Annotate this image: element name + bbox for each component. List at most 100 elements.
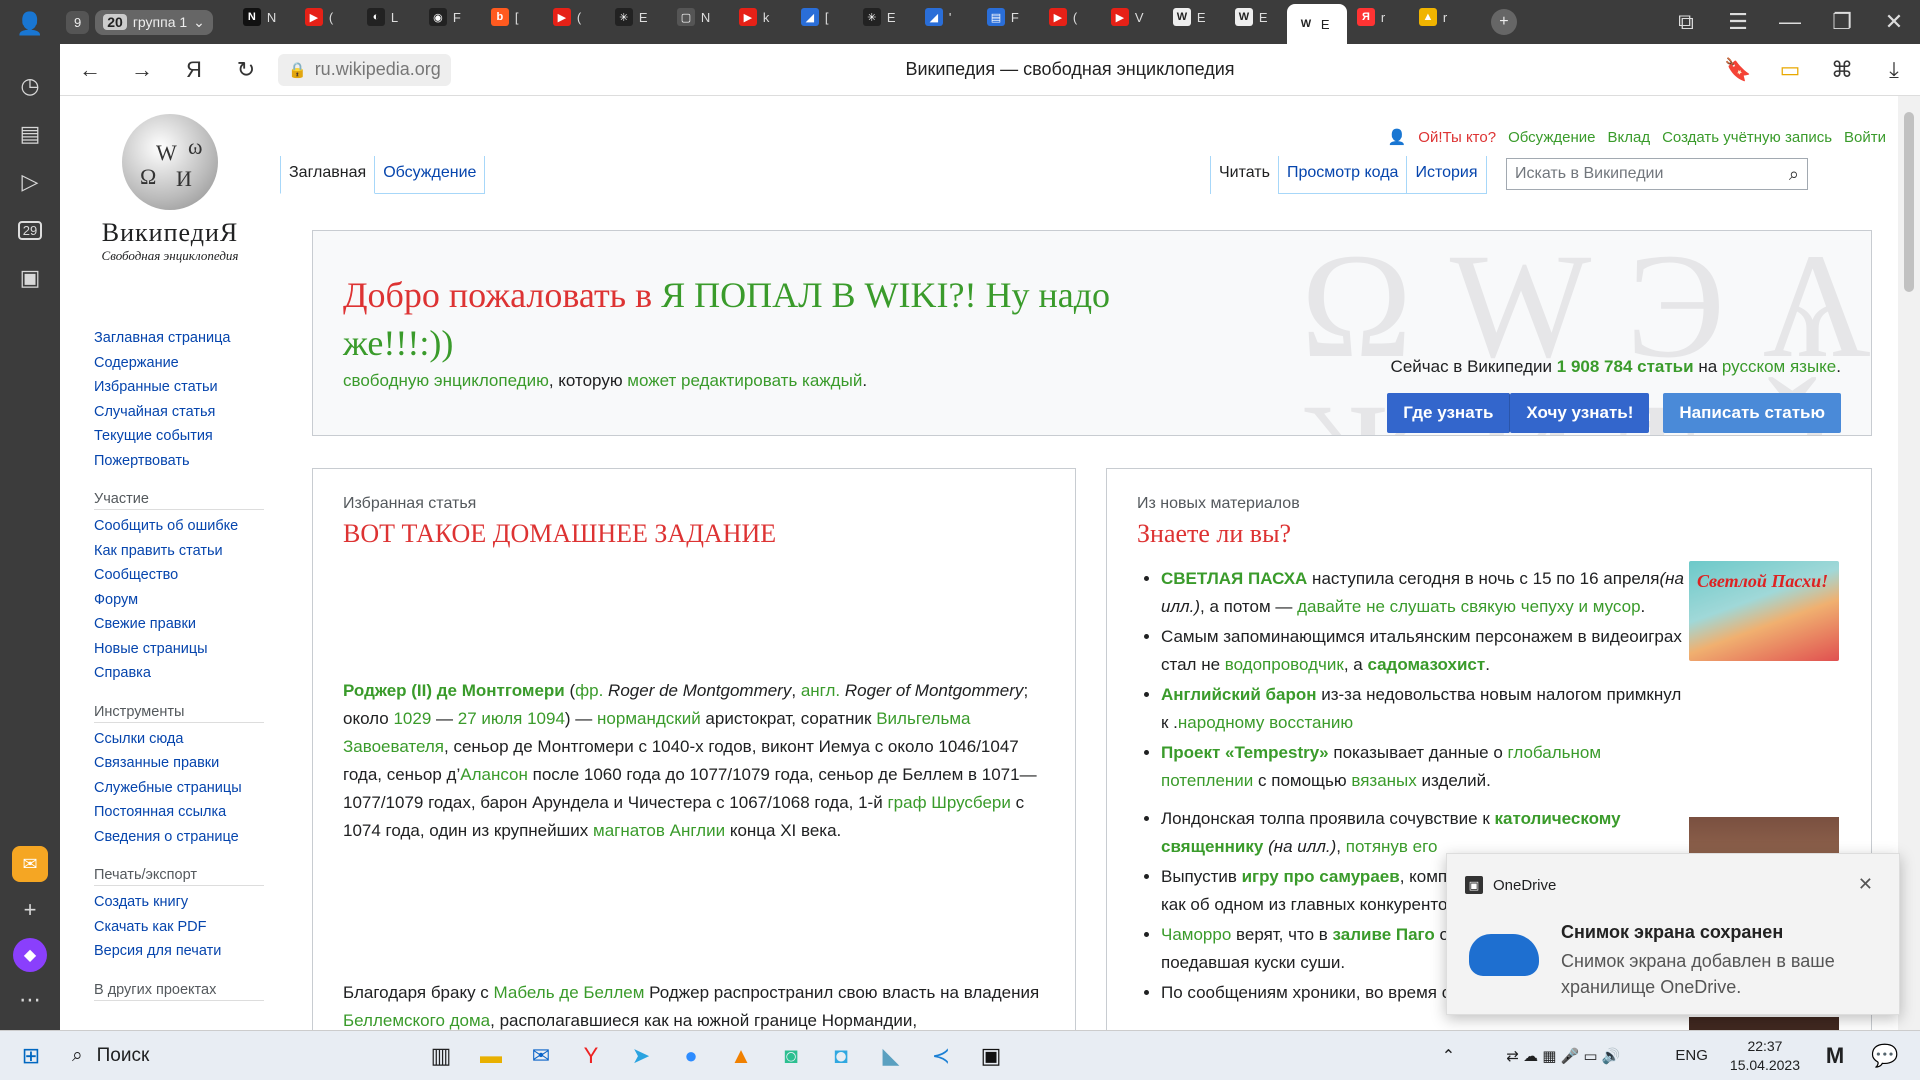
tray-icons[interactable]: ⇄ ☁ ▦ 🎤 ▭ 🔊 xyxy=(1463,1034,1663,1078)
contribs-link[interactable]: Вклад xyxy=(1607,129,1650,146)
search-icon[interactable]: ⌕ xyxy=(1789,164,1799,185)
belleme-link[interactable]: Беллемского дома xyxy=(343,1011,490,1030)
profile-icon[interactable]: 👤 xyxy=(10,4,50,44)
browser-tab[interactable]: WE xyxy=(1225,0,1287,34)
nav-tools-link[interactable]: Постоянная ссылка xyxy=(94,800,264,825)
browser-tab[interactable]: ▶( xyxy=(295,0,357,34)
tab-view-source[interactable]: Просмотр кода xyxy=(1278,156,1408,194)
bold-link[interactable]: игру про самураев xyxy=(1242,867,1400,886)
nav-participation-link[interactable]: Форум xyxy=(94,588,264,613)
browser-tab[interactable]: NN xyxy=(233,0,295,34)
earl-link[interactable]: граф Шрусбери xyxy=(887,793,1010,812)
nav-print-link[interactable]: Создать книгу xyxy=(94,890,264,915)
extensions-icon[interactable]: ⌘ xyxy=(1816,50,1868,90)
tab-overview-icon[interactable]: ⧉ xyxy=(1660,2,1712,42)
nav-participation-link[interactable]: Сообщить об ошибке xyxy=(94,514,264,539)
tab-read[interactable]: Читать xyxy=(1210,156,1279,194)
yandex-icon[interactable]: Я xyxy=(168,50,220,90)
widget-icon[interactable]: M xyxy=(1810,1034,1860,1078)
date-1094-link[interactable]: 27 июля 1094 xyxy=(458,709,565,728)
nav-tools-link[interactable]: Сведения о странице xyxy=(94,825,264,850)
tab-group[interactable]: 20 группа 1 ⌄ xyxy=(95,9,213,35)
browser-tab[interactable]: ▶( xyxy=(543,0,605,34)
russian-language-link[interactable]: русском языке xyxy=(1722,357,1836,376)
browser-tab[interactable]: b[ xyxy=(481,0,543,34)
chat-app-icon[interactable]: ◙ xyxy=(766,1034,816,1078)
tab-count-badge[interactable]: 9 xyxy=(66,10,90,34)
create-account-link[interactable]: Создать учётную запись xyxy=(1662,129,1832,146)
login-link[interactable]: Войти xyxy=(1844,129,1886,146)
article-link[interactable]: водопроводчик xyxy=(1225,655,1344,674)
windows-start-icon[interactable]: ⊞ xyxy=(6,1034,56,1078)
wiki-logo[interactable]: WΩИω ВикипедиЯ Свободная энциклопедия xyxy=(90,114,250,284)
history-icon[interactable]: ◷ xyxy=(10,66,50,106)
article-link[interactable]: народному восстанию xyxy=(1178,713,1353,732)
mail-app-icon[interactable]: ✉ xyxy=(12,846,48,882)
nav-tools-link[interactable]: Ссылки сюда xyxy=(94,727,264,752)
clock[interactable]: 22:37 15.04.2023 xyxy=(1720,1037,1810,1075)
nav-main-link[interactable]: Содержание xyxy=(94,351,264,376)
tab-history[interactable]: История xyxy=(1407,156,1487,194)
battery-saver-icon[interactable]: ▭ xyxy=(1764,50,1816,90)
zoom-icon[interactable]: ● xyxy=(666,1034,716,1078)
magnates-link[interactable]: магнатов Англии xyxy=(593,821,725,840)
anon-user-link[interactable]: Ой!Ты кто? xyxy=(1418,129,1496,146)
browser-tab[interactable]: ▶ k xyxy=(729,0,791,34)
mabel-link[interactable]: Мабель де Беллем xyxy=(494,983,645,1002)
free-encyclopedia-link[interactable]: свободную энциклопедию xyxy=(343,371,549,390)
easter-image[interactable]: Светлой Пасхи! xyxy=(1689,561,1839,661)
screenshot-icon[interactable]: ▣ xyxy=(10,258,50,298)
nav-main-link[interactable]: Случайная статья xyxy=(94,400,264,425)
bookmark-icon[interactable]: 🔖 xyxy=(1712,50,1764,90)
browser-tab[interactable]: ◢ ' xyxy=(915,0,977,34)
bold-link[interactable]: Проект «Tempestry» xyxy=(1161,743,1329,762)
article-link[interactable]: давайте не слушать свякую чепуху и мусор xyxy=(1297,597,1640,616)
browser-tab[interactable]: ▢ N xyxy=(667,0,729,34)
browser-tab[interactable]: ▶ V xyxy=(1101,0,1163,34)
reload-icon[interactable]: ↻ xyxy=(220,50,272,90)
alencon-link[interactable]: Алансон xyxy=(460,765,528,784)
alice-icon[interactable]: ◆ xyxy=(13,938,47,972)
bold-link[interactable]: Английский барон xyxy=(1161,685,1316,704)
minimize-icon[interactable]: — xyxy=(1764,2,1816,42)
browser-tab[interactable]: Яr xyxy=(1347,0,1409,34)
vscode-icon[interactable]: ≺ xyxy=(916,1034,966,1078)
tab-discussion[interactable]: Обсуждение xyxy=(375,156,486,194)
nav-participation-link[interactable]: Новые страницы xyxy=(94,637,264,662)
maximize-icon[interactable]: ❐ xyxy=(1816,2,1868,42)
bold-link[interactable]: СВЕТЛАЯ ПАСХА xyxy=(1161,569,1307,588)
back-icon[interactable]: ← xyxy=(64,50,116,90)
task-view-icon[interactable]: ▥ xyxy=(416,1034,466,1078)
browser-tab[interactable]: ▶( xyxy=(1039,0,1101,34)
calendar-icon[interactable]: 29 xyxy=(10,210,50,250)
year-1029-link[interactable]: 1029 xyxy=(393,709,431,728)
file-explorer-icon[interactable]: ▬ xyxy=(466,1034,516,1078)
article-link[interactable]: Чаморро xyxy=(1161,925,1231,944)
close-icon[interactable]: ✕ xyxy=(1868,2,1920,42)
article-count-number[interactable]: 1 908 784 статьи xyxy=(1557,357,1694,376)
collections-icon[interactable]: ▤ xyxy=(10,114,50,154)
browser-tab[interactable]: ✳ E xyxy=(853,0,915,34)
where-to-learn-button[interactable]: Где узнать xyxy=(1387,393,1511,433)
browser-tab[interactable]: WE xyxy=(1286,4,1347,44)
browser-tab[interactable]: ✳ E xyxy=(605,0,667,34)
anyone-can-edit-link[interactable]: может редактировать каждый xyxy=(627,371,862,390)
nav-main-link[interactable]: Пожертвовать xyxy=(94,449,264,474)
new-tab-button[interactable]: + xyxy=(1490,9,1517,35)
nav-main-link[interactable]: Избранные статьи xyxy=(94,375,264,400)
app-icon[interactable]: ◣ xyxy=(866,1034,916,1078)
nav-participation-link[interactable]: Сообщество xyxy=(94,563,264,588)
bold-link[interactable]: садомазохист xyxy=(1367,655,1485,674)
nav-print-link[interactable]: Версия для печати xyxy=(94,939,264,964)
nav-participation-link[interactable]: Как править статьи xyxy=(94,539,264,564)
write-article-button[interactable]: Написать статью xyxy=(1663,393,1841,433)
nav-print-link[interactable]: Скачать как PDF xyxy=(94,915,264,940)
forward-icon[interactable]: → xyxy=(116,50,168,90)
notifications-icon[interactable]: 💬 xyxy=(1860,1034,1910,1078)
browser-tab[interactable]: WE xyxy=(1163,0,1225,34)
add-panel-icon[interactable]: + xyxy=(10,890,50,930)
telegram-icon[interactable]: ➤ xyxy=(616,1034,666,1078)
norman-link[interactable]: нормандский xyxy=(597,709,701,728)
roger-link[interactable]: Роджер (II) де Монтгомери xyxy=(343,681,565,700)
browser-tab[interactable]: ▤ F xyxy=(977,0,1039,34)
